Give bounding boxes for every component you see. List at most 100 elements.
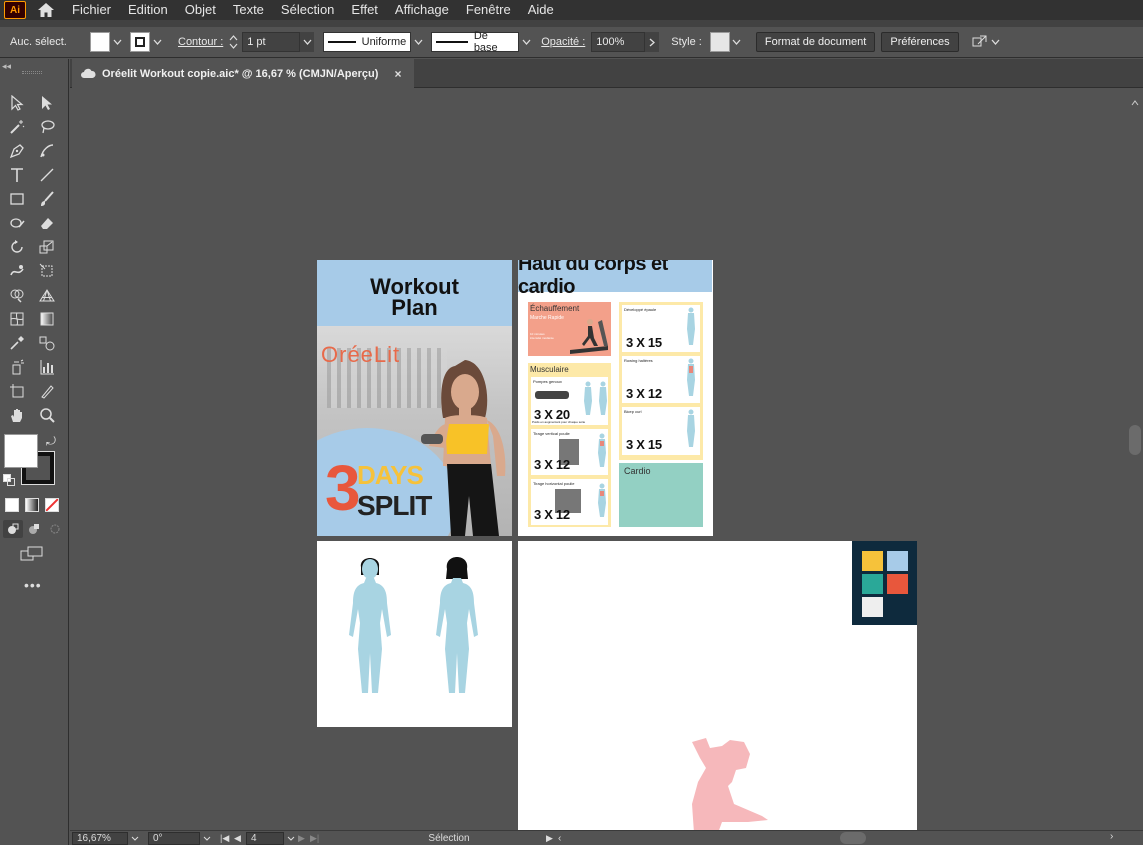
cardio-panel: Cardio — [619, 463, 703, 527]
menu-fenetre[interactable]: Fenêtre — [466, 0, 511, 20]
arrange-chevron-down-icon[interactable] — [989, 32, 1003, 52]
hand-tool-icon[interactable] — [6, 404, 28, 426]
slice-tool-icon[interactable] — [36, 380, 58, 402]
artboard-cover[interactable]: Workout Plan OréeLit 3 DAYS SPLIT — [317, 260, 512, 536]
rectangle-tool-icon[interactable] — [6, 188, 28, 210]
selection-tool-icon[interactable] — [6, 92, 28, 114]
direct-selection-tool-icon[interactable] — [36, 92, 58, 114]
vertical-scroll-thumb[interactable] — [1129, 425, 1141, 455]
body-figure-ex5 — [687, 358, 695, 396]
doc-setup-button[interactable]: Format de document — [755, 32, 876, 52]
menu-edition[interactable]: Edition — [128, 0, 168, 20]
none-mode-icon[interactable] — [45, 498, 59, 512]
last-artboard-icon[interactable]: ▶| — [310, 833, 324, 844]
zoom-chevron-down-icon[interactable] — [128, 832, 142, 845]
vertical-scrollbar[interactable] — [1127, 89, 1143, 830]
next-artboard-icon[interactable]: ▶ — [298, 833, 310, 844]
magic-wand-tool-icon[interactable] — [6, 116, 28, 138]
artboard-chevron-down-icon[interactable] — [284, 832, 298, 845]
symbol-sprayer-tool-icon[interactable] — [6, 356, 28, 378]
close-tab-icon[interactable]: × — [394, 67, 401, 81]
fill-swatch[interactable] — [90, 32, 110, 52]
perspective-grid-tool-icon[interactable] — [36, 284, 58, 306]
opacity-input[interactable]: 100% — [591, 32, 646, 52]
first-artboard-icon[interactable]: |◀ — [220, 833, 234, 844]
fill-dropdown-chevron-down-icon[interactable] — [110, 32, 124, 52]
screen-mode-icon[interactable] — [20, 546, 44, 562]
more-tools-icon[interactable]: ••• — [24, 577, 42, 593]
brush-select[interactable]: De base — [431, 30, 520, 54]
shape-builder-tool-icon[interactable] — [6, 284, 28, 306]
paintbrush-tool-icon[interactable] — [36, 188, 58, 210]
opacity-chevron-right-icon[interactable] — [645, 32, 660, 52]
menu-objet[interactable]: Objet — [185, 0, 216, 20]
default-colors-icon[interactable] — [3, 473, 15, 486]
preferences-button[interactable]: Préférences — [881, 32, 959, 52]
menu-texte[interactable]: Texte — [233, 0, 264, 20]
brush-chevron-down-icon[interactable] — [519, 32, 533, 52]
pen-tool-icon[interactable] — [6, 140, 28, 162]
draw-normal-icon[interactable] — [3, 520, 23, 538]
gradient-tool-icon[interactable] — [36, 308, 58, 330]
home-icon[interactable] — [34, 0, 58, 20]
artboard-silhouettes[interactable] — [317, 541, 512, 727]
artboard-palette[interactable] — [518, 541, 917, 830]
stroke-weight-input[interactable]: 1 pt — [242, 32, 301, 52]
menu-fichier[interactable]: Fichier — [72, 0, 111, 20]
style-swatch[interactable] — [709, 32, 730, 52]
draw-behind-icon[interactable] — [24, 520, 44, 538]
eyedropper-tool-icon[interactable] — [6, 332, 28, 354]
stroke-weight-stepper[interactable] — [226, 32, 240, 52]
panel-grip[interactable] — [22, 71, 42, 74]
lasso-tool-icon[interactable] — [36, 116, 58, 138]
gradient-mode-icon[interactable] — [25, 498, 39, 512]
status-menu-arrow-icon[interactable]: ▶ — [546, 833, 558, 844]
scroll-right-icon[interactable]: › — [1110, 831, 1113, 842]
artboard-number-field[interactable]: 4 — [246, 831, 284, 845]
artboard-tool-icon[interactable] — [6, 380, 28, 402]
rotation-field[interactable]: 0° — [148, 831, 200, 845]
stroke-profile-chevron-down-icon[interactable] — [411, 32, 425, 52]
scale-tool-icon[interactable] — [36, 236, 58, 258]
arrange-documents-icon[interactable] — [971, 33, 989, 51]
stroke-weight-chevron-down-icon[interactable] — [300, 32, 315, 52]
type-tool-icon[interactable] — [6, 164, 28, 186]
menu-effet[interactable]: Effet — [351, 0, 378, 20]
mesh-tool-icon[interactable] — [6, 308, 28, 330]
zoom-level-field[interactable]: 16,67% — [72, 831, 128, 845]
draw-inside-icon[interactable] — [45, 520, 65, 538]
stroke-swatch[interactable] — [130, 32, 150, 52]
zoom-tool-icon[interactable] — [36, 404, 58, 426]
column-graph-tool-icon[interactable] — [36, 356, 58, 378]
document-tab[interactable]: Oréelit Workout copie.aic* @ 16,67 % (CM… — [72, 59, 414, 88]
menu-selection[interactable]: Sélection — [281, 0, 334, 20]
panel-collapse-icon[interactable]: ◂◂ — [2, 61, 11, 72]
shaper-tool-icon[interactable] — [6, 212, 28, 234]
style-chevron-down-icon[interactable] — [730, 32, 744, 52]
artboard-upper-body[interactable]: Haut du corps et cardio Échauffement Mar… — [518, 260, 713, 536]
contour-label[interactable]: Contour : — [178, 36, 223, 48]
horizontal-scroll-thumb[interactable] — [840, 832, 866, 844]
stroke-dropdown-chevron-down-icon[interactable] — [150, 32, 164, 52]
exercise-6-sets: 3 X 15 — [626, 437, 662, 452]
curvature-tool-icon[interactable] — [36, 140, 58, 162]
stroke-profile-select[interactable]: Uniforme — [323, 32, 412, 52]
blend-tool-icon[interactable] — [36, 332, 58, 354]
previous-artboard-icon[interactable]: ◀ — [234, 833, 246, 844]
eraser-tool-icon[interactable] — [36, 212, 58, 234]
scroll-up-icon[interactable] — [1131, 93, 1139, 111]
swap-colors-icon[interactable]: ⤾ — [46, 434, 56, 449]
canvas[interactable]: Workout Plan OréeLit 3 DAYS SPLIT Haut d… — [70, 89, 1127, 830]
menu-aide[interactable]: Aide — [528, 0, 554, 20]
menu-affichage[interactable]: Affichage — [395, 0, 449, 20]
free-transform-tool-icon[interactable] — [36, 260, 58, 282]
rotate-tool-icon[interactable] — [6, 236, 28, 258]
rotation-chevron-down-icon[interactable] — [200, 832, 214, 845]
color-mode-icon[interactable] — [5, 498, 19, 512]
line-segment-tool-icon[interactable] — [36, 164, 58, 186]
warp-tool-icon[interactable] — [6, 260, 28, 282]
fill-color-swatch[interactable] — [4, 434, 38, 468]
opacity-label[interactable]: Opacité : — [541, 36, 585, 48]
exercise-2-sets: 3 X 12 — [534, 457, 570, 472]
scroll-left-icon[interactable]: ‹ — [558, 833, 570, 844]
